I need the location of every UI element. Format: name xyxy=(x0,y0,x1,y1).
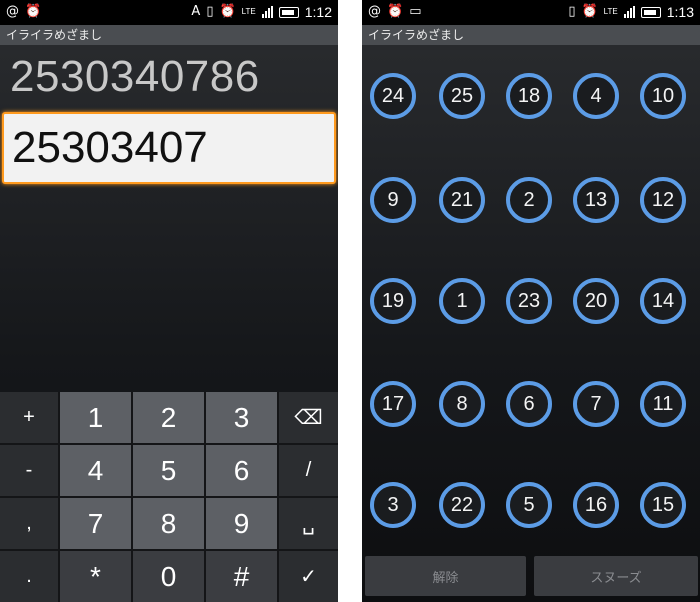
number-circle[interactable]: 13 xyxy=(573,177,619,223)
number-circle[interactable]: 15 xyxy=(640,482,686,528)
left-phone-screen: @ ⏰ A ▯ ⏰ LTE 1:12 イライラめざまし 2530340786 2… xyxy=(0,0,338,602)
key-0[interactable]: 0 xyxy=(133,551,204,602)
status-time: 1:12 xyxy=(304,4,332,20)
number-circle[interactable]: 18 xyxy=(506,73,552,119)
target-number: 2530340786 xyxy=(10,52,260,101)
status-bar: @ ⏰ ▭ ▯ ⏰ LTE 1:13 xyxy=(362,0,700,25)
number-circle[interactable]: 24 xyxy=(370,73,416,119)
signal-icon xyxy=(261,6,273,18)
battery-icon xyxy=(278,6,299,18)
number-circle[interactable]: 19 xyxy=(370,278,416,324)
key-6[interactable]: 6 xyxy=(206,445,277,496)
number-circle[interactable]: 6 xyxy=(506,381,552,427)
status-bar: @ ⏰ A ▯ ⏰ LTE 1:12 xyxy=(0,0,338,25)
app-title: イライラめざまし xyxy=(0,25,338,45)
number-circle[interactable]: 2 xyxy=(506,177,552,223)
space-icon: ␣ xyxy=(302,513,315,535)
keyboard-mode-icon: A xyxy=(191,4,201,19)
alarm-clock-icon: ⏰ xyxy=(219,4,236,19)
number-circle[interactable]: 12 xyxy=(640,177,686,223)
number-circle[interactable]: 10 xyxy=(640,73,686,119)
number-circle[interactable]: 9 xyxy=(370,177,416,223)
number-circle[interactable]: 7 xyxy=(573,381,619,427)
app-title: イライラめざまし xyxy=(362,25,700,45)
battery-icon xyxy=(640,6,661,18)
space-key[interactable]: ␣ xyxy=(279,498,338,549)
lte-icon: LTE xyxy=(603,7,618,16)
backspace-icon: ⌫ xyxy=(294,407,323,429)
key-8[interactable]: 8 xyxy=(133,498,204,549)
key-star[interactable]: * xyxy=(60,551,131,602)
number-circle[interactable]: 23 xyxy=(506,278,552,324)
key-7[interactable]: 7 xyxy=(60,498,131,549)
number-circle[interactable]: 4 xyxy=(573,73,619,119)
key-4[interactable]: 4 xyxy=(60,445,131,496)
number-circle[interactable]: 8 xyxy=(439,381,485,427)
status-time: 1:13 xyxy=(666,4,694,20)
number-circle[interactable]: 17 xyxy=(370,381,416,427)
alarm-clock-icon: ⏰ xyxy=(581,4,598,19)
number-circle[interactable]: 5 xyxy=(506,482,552,528)
checkmark-icon: ✓ xyxy=(300,566,317,588)
alarm-clock-icon: ⏰ xyxy=(25,4,42,19)
snooze-button[interactable]: スヌーズ xyxy=(534,556,698,596)
number-circle[interactable]: 21 xyxy=(439,177,485,223)
key-slash[interactable]: / xyxy=(279,445,338,496)
number-circle[interactable]: 20 xyxy=(573,278,619,324)
at-icon: @ xyxy=(6,4,19,19)
key-dot[interactable]: . xyxy=(0,551,58,602)
number-circle[interactable]: 14 xyxy=(640,278,686,324)
key-5[interactable]: 5 xyxy=(133,445,204,496)
key-1[interactable]: 1 xyxy=(60,392,131,443)
key-minus[interactable]: - xyxy=(0,445,58,496)
number-circle[interactable]: 22 xyxy=(439,482,485,528)
signal-icon xyxy=(623,6,635,18)
key-2[interactable]: 2 xyxy=(133,392,204,443)
phone-settings-icon: ▯ xyxy=(206,4,214,19)
at-icon: @ xyxy=(368,4,381,19)
lte-icon: LTE xyxy=(241,7,256,16)
key-3[interactable]: 3 xyxy=(206,392,277,443)
right-phone-screen: @ ⏰ ▭ ▯ ⏰ LTE 1:13 イライラめざまし 24 25 18 4 1… xyxy=(362,0,700,602)
number-circle[interactable]: 11 xyxy=(640,381,686,427)
number-circle[interactable]: 16 xyxy=(573,482,619,528)
done-key[interactable]: ✓ xyxy=(279,551,338,602)
number-circle[interactable]: 25 xyxy=(439,73,485,119)
key-comma[interactable]: , xyxy=(0,498,58,549)
number-circle[interactable]: 3 xyxy=(370,482,416,528)
alarm-clock-icon: ⏰ xyxy=(387,4,404,19)
dismiss-button[interactable]: 解除 xyxy=(365,556,526,596)
answer-input[interactable]: 25303407 xyxy=(2,112,336,184)
number-circle[interactable]: 1 xyxy=(439,278,485,324)
key-plus[interactable]: + xyxy=(0,392,58,443)
key-hash[interactable]: # xyxy=(206,551,277,602)
numeric-keypad: + 1 2 3 ⌫ - 4 5 6 / , 7 8 9 ␣ . * 0 # ✓ xyxy=(0,392,338,602)
backspace-key[interactable]: ⌫ xyxy=(279,392,338,443)
phone-settings-icon: ▯ xyxy=(568,4,576,19)
key-9[interactable]: 9 xyxy=(206,498,277,549)
image-icon: ▭ xyxy=(409,4,422,19)
